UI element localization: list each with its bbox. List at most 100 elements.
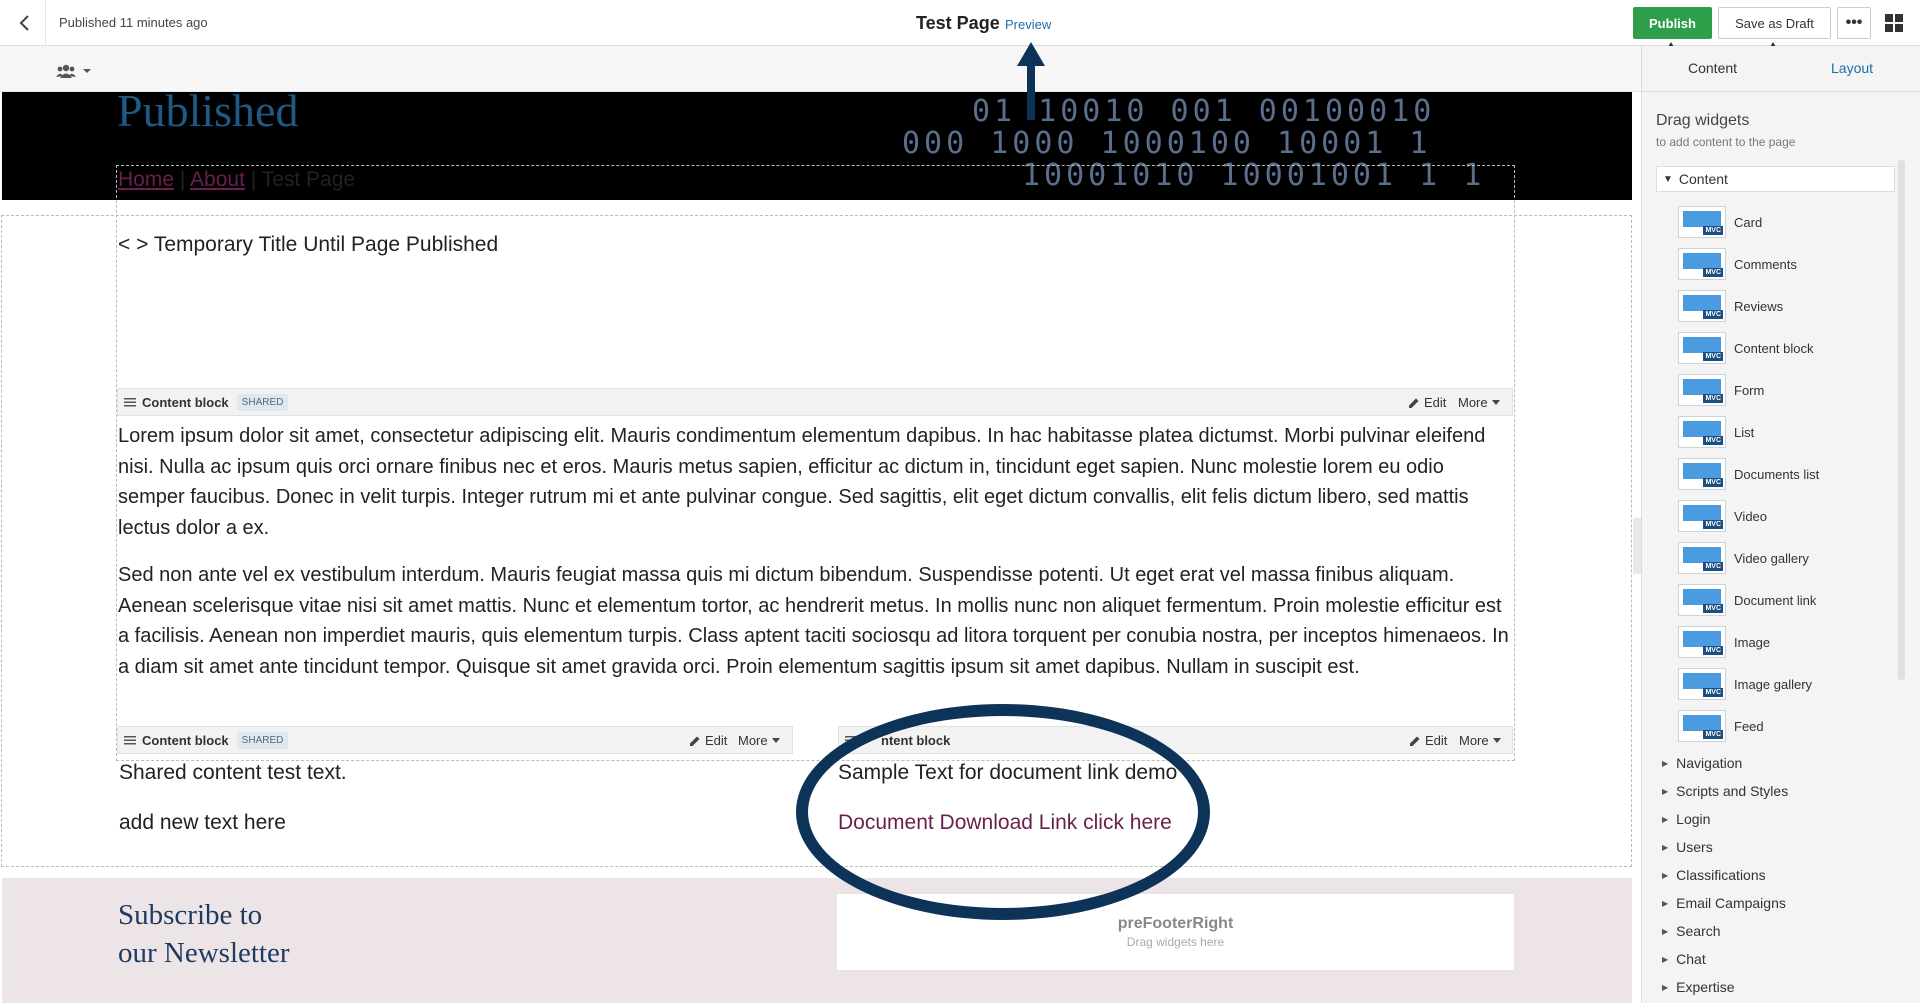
widget-icon-graphic	[1683, 631, 1721, 647]
widget-item[interactable]: MVC Image gallery	[1678, 666, 1898, 702]
more-label: More	[738, 733, 768, 748]
content-block-header[interactable]: ntent block Edit More	[838, 726, 1513, 754]
feed-widget-icon: MVC	[1678, 710, 1726, 742]
breadcrumb-about-link[interactable]: About	[190, 168, 245, 191]
widget-item[interactable]: MVC Form	[1678, 372, 1898, 408]
persona-selector[interactable]	[56, 60, 100, 82]
widget-item[interactable]: MVC Reviews	[1678, 288, 1898, 324]
widget-item[interactable]: MVC List	[1678, 414, 1898, 450]
widget-item[interactable]: MVC Comments	[1678, 246, 1898, 282]
edit-button[interactable]: Edit	[1408, 395, 1446, 410]
image-gallery-widget-icon: MVC	[1678, 668, 1726, 700]
document-link-widget-icon: MVC	[1678, 584, 1726, 616]
prefooter-right-dropzone[interactable]: preFooterRight Drag widgets here	[836, 893, 1515, 971]
widget-item[interactable]: MVC Image	[1678, 624, 1898, 660]
widget-sidebar: Content Layout Drag widgets to add conte…	[1641, 46, 1920, 1003]
widget-icon-graphic	[1683, 211, 1721, 227]
more-dropdown[interactable]: More	[1458, 395, 1500, 410]
widget-category[interactable]: ▶ Search	[1662, 923, 1721, 939]
mvc-badge: MVC	[1703, 268, 1723, 277]
widget-label: List	[1734, 424, 1755, 440]
widget-item[interactable]: MVC Document link	[1678, 582, 1898, 618]
more-label: More	[1459, 733, 1489, 748]
mvc-badge: MVC	[1703, 688, 1723, 697]
widget-category[interactable]: ▶ Scripts and Styles	[1662, 783, 1788, 799]
widget-item[interactable]: MVC Video gallery	[1678, 540, 1898, 576]
top-toolbar: Published 11 minutes ago Test Page Previ…	[0, 0, 1920, 46]
preview-link[interactable]: Preview	[1005, 17, 1051, 32]
category-label: Users	[1676, 839, 1713, 855]
drag-handle-icon[interactable]	[124, 735, 136, 745]
widget-item[interactable]: MVC Content block	[1678, 330, 1898, 366]
mvc-badge: MVC	[1703, 604, 1723, 613]
sidebar-scrollbar[interactable]	[1898, 160, 1905, 680]
drag-handle-icon[interactable]	[845, 735, 857, 745]
mvc-badge: MVC	[1703, 520, 1723, 529]
mvc-badge: MVC	[1703, 226, 1723, 235]
more-dropdown[interactable]: More	[738, 733, 780, 748]
publish-button[interactable]: Publish	[1633, 7, 1712, 39]
chevron-down-icon	[83, 69, 91, 73]
save-as-draft-button[interactable]: Save as Draft	[1718, 7, 1831, 39]
breadcrumb-home-link[interactable]: Home	[118, 168, 174, 191]
documents-list-widget-icon: MVC	[1678, 458, 1726, 490]
breadcrumb: Home | About | Test Page	[118, 168, 355, 192]
comments-widget-icon: MVC	[1678, 248, 1726, 280]
category-label: Navigation	[1676, 755, 1743, 771]
widget-icon-graphic	[1683, 547, 1721, 563]
widget-category[interactable]: ▶ Login	[1662, 811, 1710, 827]
sidebar-collapse-handle[interactable]	[1633, 518, 1641, 574]
mvc-badge: MVC	[1703, 310, 1723, 319]
category-label: Login	[1676, 811, 1711, 827]
edit-button[interactable]: Edit	[1409, 733, 1447, 748]
caret-down-icon	[1491, 400, 1500, 405]
widget-item[interactable]: MVC Card	[1678, 204, 1898, 240]
grid-view-icon[interactable]	[1882, 11, 1906, 35]
widget-category[interactable]: ▶ Users	[1662, 839, 1713, 855]
edit-label: Edit	[1424, 395, 1447, 410]
content-block-label: ntent block	[881, 732, 951, 748]
annotation-arrow-up-icon	[1017, 42, 1045, 120]
tab-layout[interactable]: Layout	[1831, 60, 1873, 76]
reviews-widget-icon: MVC	[1678, 290, 1726, 322]
drag-widgets-title: Drag widgets	[1656, 112, 1750, 129]
widget-icon-graphic	[1683, 379, 1721, 395]
caret-right-icon: ▶	[1662, 758, 1669, 768]
list-widget-icon: MVC	[1678, 416, 1726, 448]
shared-badge: SHARED	[236, 393, 289, 411]
widget-item[interactable]: MVC Feed	[1678, 708, 1898, 744]
widget-category[interactable]: ▶ Expertise	[1662, 979, 1735, 995]
form-widget-icon: MVC	[1678, 374, 1726, 406]
content-group-toggle[interactable]: ▼ Content	[1656, 166, 1895, 192]
caret-right-icon: ▶	[1662, 926, 1669, 936]
mvc-badge: MVC	[1703, 562, 1723, 571]
edit-button[interactable]: Edit	[689, 733, 727, 748]
persona-toolbar	[0, 46, 1641, 92]
pencil-icon	[690, 736, 700, 746]
widget-category[interactable]: ▶ Navigation	[1662, 755, 1742, 771]
tab-content[interactable]: Content	[1688, 60, 1737, 76]
widget-category[interactable]: ▶ Email Campaigns	[1662, 895, 1786, 911]
content-paragraph: Lorem ipsum dolor sit amet, consectetur …	[118, 425, 1486, 539]
users-group-icon	[56, 64, 76, 78]
mvc-badge: MVC	[1703, 730, 1723, 739]
content-block-header[interactable]: Content block SHARED Edit More	[117, 388, 1513, 416]
widget-item[interactable]: MVC Video	[1678, 498, 1898, 534]
caret-right-icon: ▶	[1662, 786, 1669, 796]
content-text: Sample Text for document link demo	[838, 761, 1178, 784]
widget-icon-graphic	[1683, 337, 1721, 353]
document-download-link[interactable]: Document Download Link click here	[838, 811, 1172, 835]
widget-item[interactable]: MVC Documents list	[1678, 456, 1898, 492]
widget-icon-graphic	[1683, 463, 1721, 479]
content-block-header[interactable]: Content block SHARED Edit More	[117, 726, 793, 754]
category-label: Search	[1676, 923, 1721, 939]
breadcrumb-separator: |	[179, 168, 186, 191]
back-arrow-icon[interactable]	[12, 10, 38, 36]
mvc-badge: MVC	[1703, 478, 1723, 487]
widget-category[interactable]: ▶ Classifications	[1662, 867, 1766, 883]
more-dropdown[interactable]: More	[1459, 733, 1501, 748]
image-widget-icon: MVC	[1678, 626, 1726, 658]
more-options-button[interactable]: •••	[1837, 7, 1871, 39]
widget-category[interactable]: ▶ Chat	[1662, 951, 1706, 967]
drag-handle-icon[interactable]	[124, 397, 136, 407]
